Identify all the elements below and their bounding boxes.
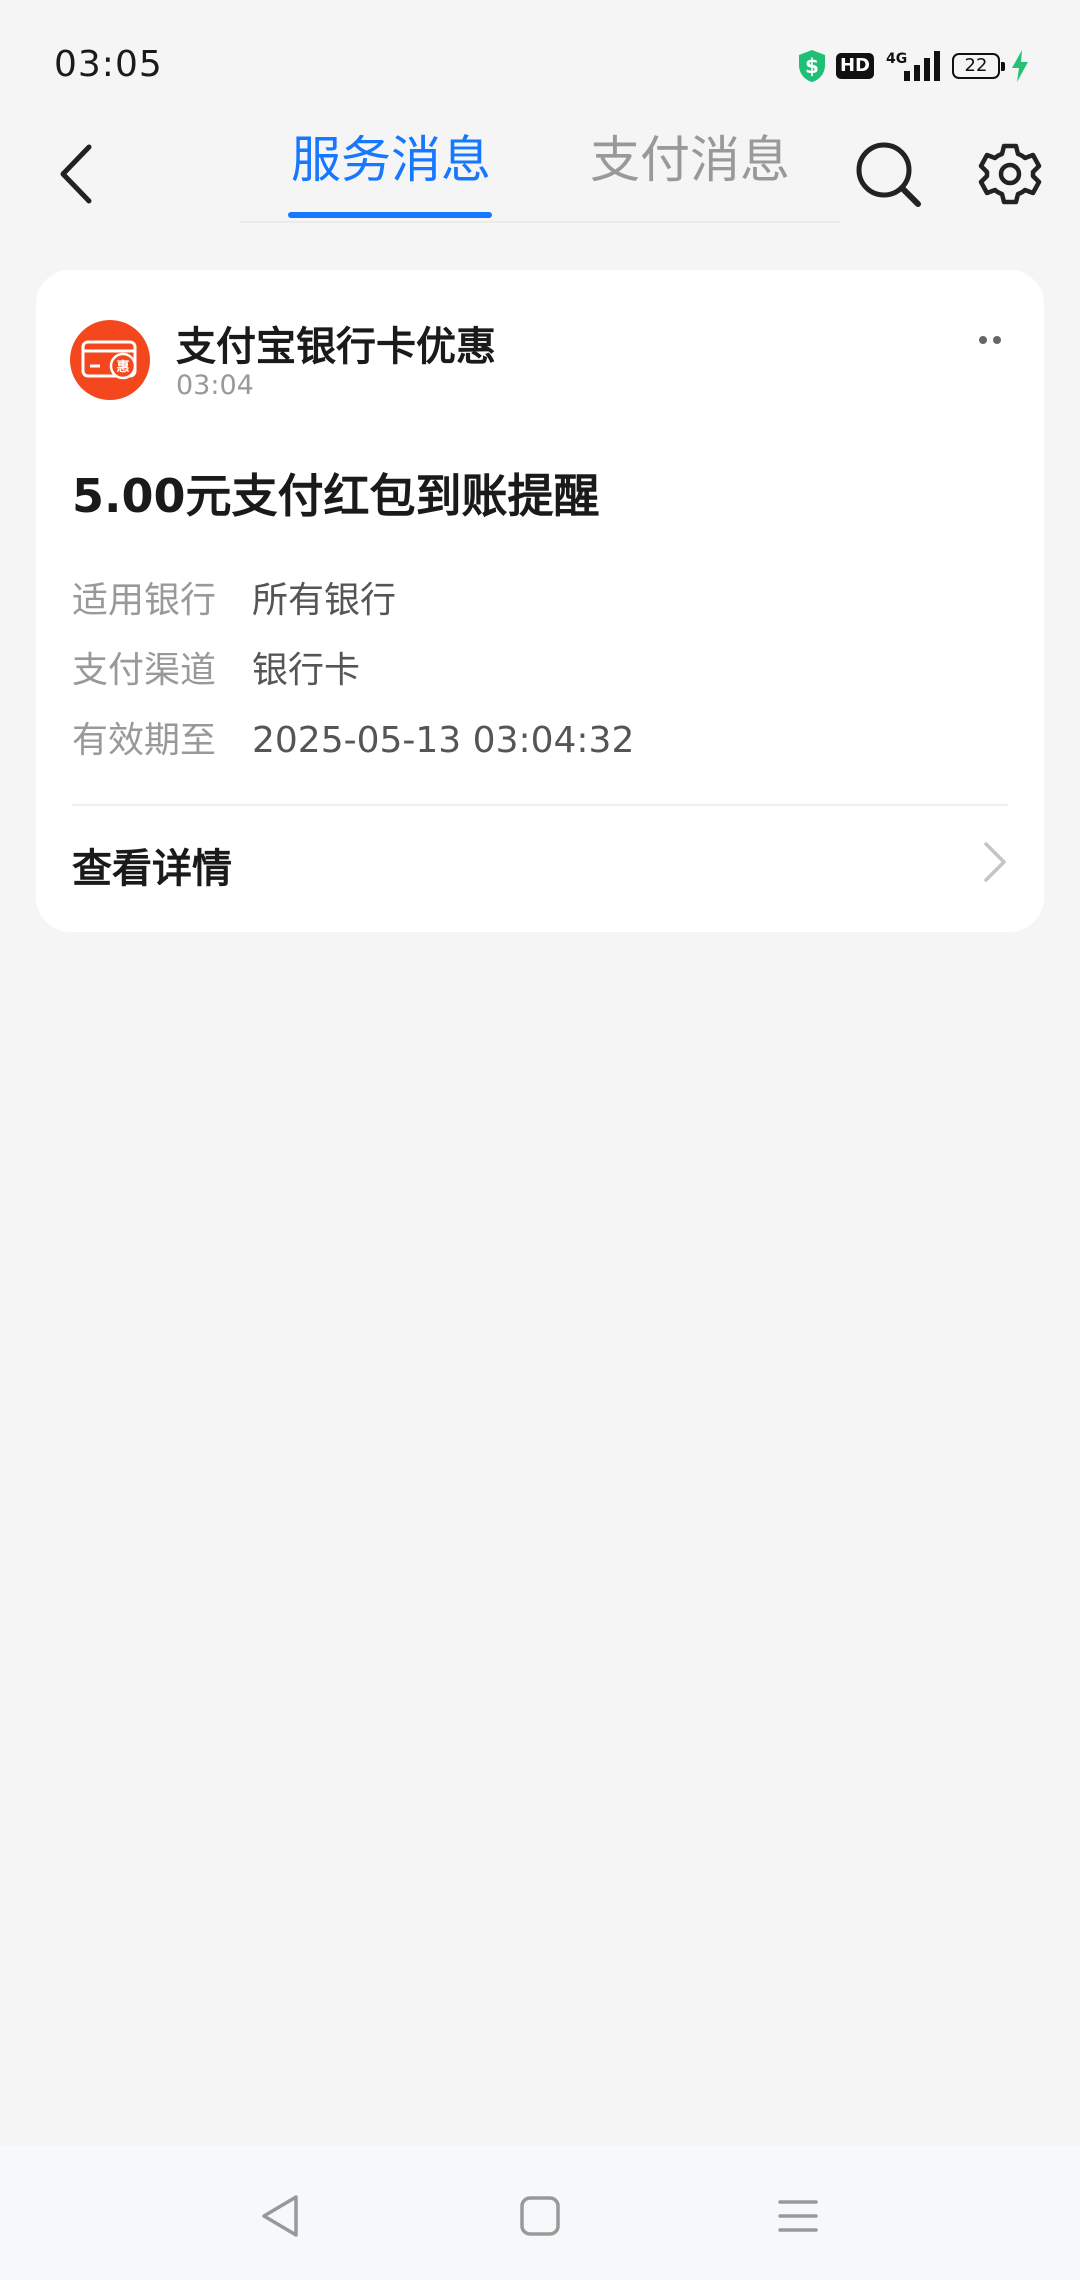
- message-title: 5.00元支付红包到账提醒: [72, 469, 600, 523]
- bank-card-discount-icon: 惠: [70, 320, 150, 400]
- menu-lines-icon: [778, 2200, 818, 2232]
- nav-recents-button[interactable]: [758, 2176, 838, 2256]
- back-button[interactable]: [40, 134, 110, 214]
- nav-back-button[interactable]: [240, 2176, 320, 2256]
- search-button[interactable]: [848, 134, 928, 214]
- tab-service-messages[interactable]: 服务消息: [268, 120, 514, 224]
- tab-payment-messages[interactable]: 支付消息: [570, 120, 810, 224]
- view-details-label: 查看详情: [72, 846, 232, 892]
- svg-text:$: $: [805, 54, 819, 78]
- charging-icon: [1010, 50, 1030, 82]
- active-tab-indicator: [288, 212, 492, 218]
- detail-row-expiry: 有效期至 2025-05-13 03:04:32: [72, 716, 634, 766]
- gear-icon: [978, 143, 1042, 205]
- signal-4g-icon: 4G: [884, 49, 942, 83]
- detail-value: 银行卡: [252, 650, 361, 691]
- message-card[interactable]: 惠 支付宝银行卡优惠 03:04 5.00元支付红包到账提醒 适用银行 所有银行 …: [36, 270, 1044, 932]
- square-home-icon: [520, 2196, 560, 2236]
- status-time: 03:05: [54, 44, 163, 85]
- tab-divider: [240, 221, 840, 223]
- chevron-right-icon: [982, 840, 1008, 888]
- system-nav-bar: [0, 2146, 1080, 2280]
- battery-icon: 22: [952, 53, 1005, 79]
- detail-value: 所有银行: [252, 580, 397, 621]
- shield-dollar-icon: $: [798, 49, 826, 83]
- nav-home-button[interactable]: [500, 2176, 580, 2256]
- detail-row-bank: 适用银行 所有银行: [72, 576, 396, 626]
- detail-value: 2025-05-13 03:04:32: [252, 720, 635, 761]
- detail-row-channel: 支付渠道 银行卡: [72, 646, 360, 696]
- hd-icon: HD: [835, 53, 874, 79]
- status-icons: $ HD 4G 22: [798, 46, 1030, 86]
- message-time: 03:04: [176, 370, 254, 401]
- chevron-left-icon: [60, 144, 92, 204]
- detail-label: 适用银行: [72, 580, 217, 621]
- detail-label: 支付渠道: [72, 650, 217, 691]
- more-dots-icon: [979, 336, 987, 344]
- network-label: 4G: [886, 51, 907, 67]
- status-bar: 03:05 $ HD 4G 22: [0, 0, 1080, 130]
- top-nav: 服务消息 支付消息: [0, 120, 1080, 230]
- settings-button[interactable]: [970, 134, 1050, 214]
- more-options-button[interactable]: [962, 320, 1018, 360]
- search-icon: [856, 142, 921, 207]
- avatar-badge-text: 惠: [116, 359, 129, 375]
- view-details-button[interactable]: 查看详情: [36, 806, 1044, 932]
- detail-label: 有效期至: [72, 720, 217, 761]
- sender-name: 支付宝银行卡优惠: [176, 324, 496, 370]
- triangle-back-icon: [262, 2195, 298, 2237]
